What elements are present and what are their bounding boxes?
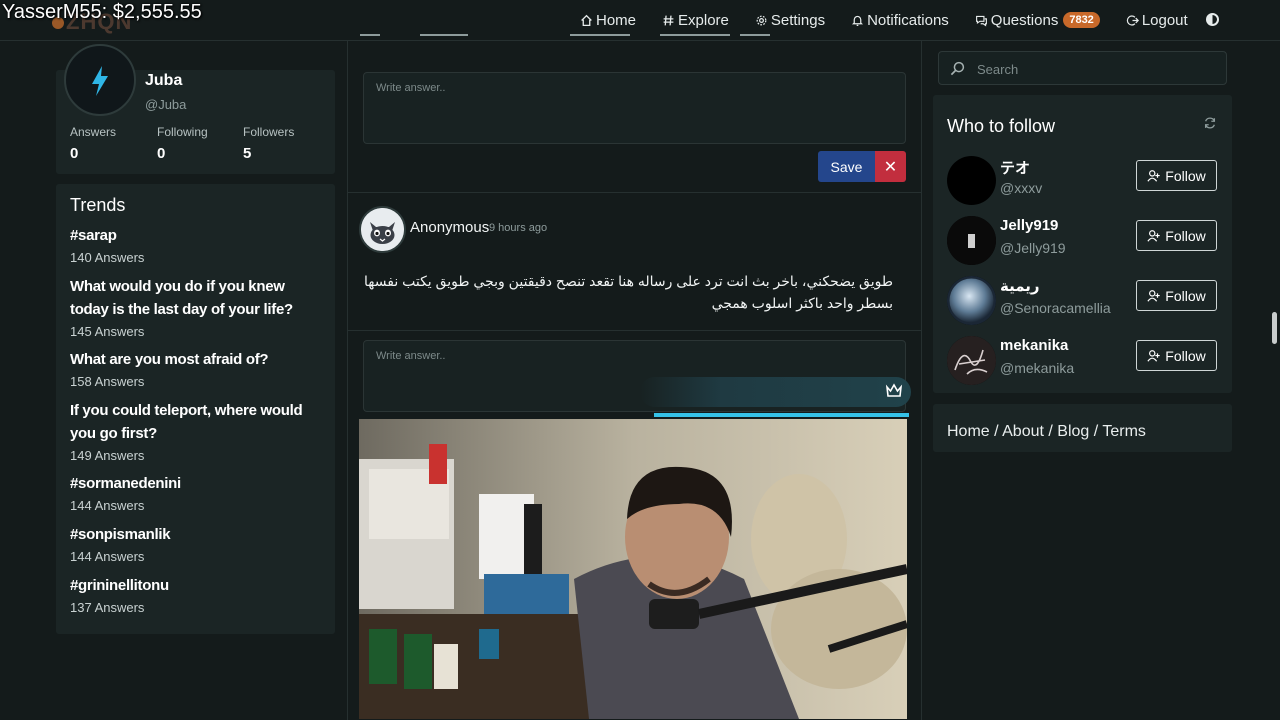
refresh-icon[interactable] <box>1203 116 1217 130</box>
post-body: طويق يضحكني، باخر بث انت ترد على رساله ه… <box>364 273 893 311</box>
trend-item[interactable]: #sormanedenini 144 Answers <box>70 472 325 513</box>
trend-count: 137 Answers <box>70 600 145 615</box>
trend-item[interactable]: What are you most afraid of? 158 Answers <box>70 348 325 389</box>
trend-count: 158 Answers <box>70 374 145 389</box>
crown-icon <box>885 383 903 397</box>
trend-title[interactable]: What are you most afraid of? <box>70 348 325 371</box>
follow-button[interactable]: Follow <box>1136 160 1217 191</box>
suggested-user-avatar[interactable] <box>947 336 996 385</box>
cat-face-icon <box>361 208 404 251</box>
follow-button-label: Follow <box>1165 167 1206 184</box>
globe-avatar-image <box>947 276 996 325</box>
trend-item[interactable]: #sonpismanlik 144 Answers <box>70 523 325 564</box>
trends-title: Trends <box>70 195 126 215</box>
stream-overlay-text: YasserM55: $2,555.55 <box>2 1 202 23</box>
stat-followers-value[interactable]: 5 <box>243 145 251 162</box>
bolt-logo-icon <box>92 66 108 96</box>
questions-count-badge: 7832 <box>1063 12 1100 28</box>
suggested-user-avatar[interactable] <box>947 216 996 265</box>
nav-questions-label: Questions <box>990 11 1059 29</box>
follow-button[interactable]: Follow <box>1136 340 1217 371</box>
profile-avatar[interactable] <box>64 44 136 116</box>
stream-accent-line <box>654 413 909 417</box>
follow-button[interactable]: Follow <box>1136 220 1217 251</box>
trend-item[interactable]: If you could teleport, where would you g… <box>70 399 325 463</box>
suggested-user-name[interactable]: ريمية <box>1000 277 1040 295</box>
contrast-toggle-icon[interactable] <box>1206 13 1219 26</box>
add-user-icon <box>1147 229 1160 242</box>
trend-item[interactable]: What would you do if you knew today is t… <box>70 275 325 339</box>
previous-post-text-cut <box>360 26 900 46</box>
post-timestamp: 9 hours ago <box>489 222 548 234</box>
save-button[interactable]: Save <box>818 151 875 182</box>
suggested-user-handle: @xxxv <box>1000 180 1043 196</box>
trend-title[interactable]: #sormanedenini <box>70 472 325 495</box>
bell-icon <box>852 15 864 26</box>
suggested-user-avatar[interactable] <box>947 156 996 205</box>
trend-item[interactable]: #grininellitonu 137 Answers <box>70 574 325 615</box>
trend-count: 140 Answers <box>70 250 145 265</box>
stat-answers-label: Answers <box>70 125 117 139</box>
nav-questions[interactable]: Questions 7832 <box>975 12 1100 29</box>
follow-button-label: Follow <box>1165 227 1206 244</box>
suggested-user-avatar[interactable] <box>947 276 996 325</box>
answer-textarea[interactable]: Write answer.. <box>363 72 906 144</box>
trend-count: 149 Answers <box>70 448 145 463</box>
stat-followers-label: Followers <box>243 125 295 139</box>
page-scrollbar-thumb[interactable] <box>1272 312 1277 344</box>
trend-title[interactable]: #sarap <box>70 224 325 247</box>
suggested-user-handle: @Senoracamellia <box>1000 300 1111 316</box>
profile-name[interactable]: Juba <box>145 72 182 90</box>
suggested-user-name[interactable]: Jelly919 <box>1000 217 1058 234</box>
nav-logout[interactable]: Logout <box>1126 12 1188 29</box>
trend-count: 144 Answers <box>70 549 145 564</box>
footer-links[interactable]: Home / About / Blog / Terms <box>947 423 1146 441</box>
trend-item[interactable]: #sarap 140 Answers <box>70 224 325 265</box>
hash-icon <box>663 15 674 25</box>
nav-logout-label: Logout <box>1141 11 1188 29</box>
post-author[interactable]: Anonymous <box>410 219 489 236</box>
profile-handle: @Juba <box>145 97 187 112</box>
search-field[interactable] <box>938 51 1227 85</box>
follow-button-label: Follow <box>1165 287 1206 304</box>
anonymous-avatar[interactable] <box>359 206 406 253</box>
trend-count: 145 Answers <box>70 324 145 339</box>
stat-following-label: Following <box>157 125 208 139</box>
suggested-user-handle: @Jelly919 <box>1000 240 1066 256</box>
stat-answers-value[interactable]: 0 <box>70 145 78 162</box>
suggested-user-handle: @mekanika <box>1000 360 1075 376</box>
trend-title[interactable]: If you could teleport, where would you g… <box>70 399 325 445</box>
webcam-scene-image <box>359 419 907 719</box>
chat-bubbles-icon <box>975 15 987 26</box>
trend-title[interactable]: #sonpismanlik <box>70 523 325 546</box>
who-to-follow-title: Who to follow <box>947 116 1056 136</box>
trend-title[interactable]: What would you do if you knew today is t… <box>70 275 325 321</box>
cut-off-text-decoration <box>360 34 770 36</box>
post-divider <box>348 330 921 331</box>
dark-figure-avatar-image <box>947 216 996 265</box>
logout-icon <box>1126 14 1139 26</box>
add-user-icon <box>1147 289 1160 302</box>
stat-following-value[interactable]: 0 <box>157 145 165 162</box>
webcam-video <box>359 419 907 719</box>
trend-count: 144 Answers <box>70 498 145 513</box>
gear-icon <box>756 15 767 25</box>
add-user-icon <box>1147 169 1160 182</box>
follow-button-label: Follow <box>1165 347 1206 364</box>
search-input[interactable] <box>977 59 1217 79</box>
add-user-icon <box>1147 349 1160 362</box>
stream-overlay-widget <box>640 377 911 407</box>
trend-title[interactable]: #grininellitonu <box>70 574 325 597</box>
cancel-button[interactable]: ✕ <box>875 151 906 182</box>
search-icon <box>950 61 965 76</box>
suggested-user-name[interactable]: mekanika <box>1000 337 1068 354</box>
home-icon <box>581 14 592 26</box>
post-divider <box>348 192 921 193</box>
signature-avatar-image <box>947 336 996 385</box>
follow-button[interactable]: Follow <box>1136 280 1217 311</box>
suggested-user-name[interactable]: テオ <box>1000 157 1030 178</box>
